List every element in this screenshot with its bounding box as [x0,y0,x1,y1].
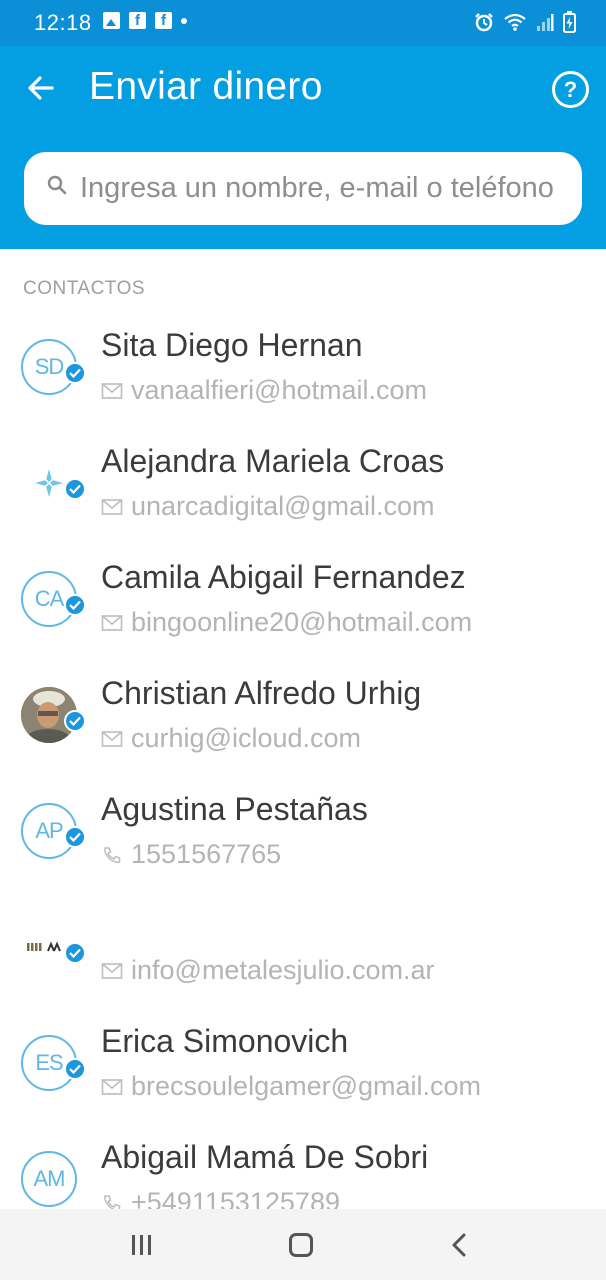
app-bar: Enviar dinero ? [0,46,606,249]
email-icon [101,614,123,631]
contact-detail: 1551567765 [101,839,281,870]
email-icon [101,962,123,979]
verified-badge-icon [64,594,86,616]
contact-detail: brecsoulelgamer@gmail.com [101,1071,481,1102]
verified-badge-icon [64,942,86,964]
email-icon [101,730,123,747]
status-bar: 12:18 f f [0,0,606,46]
contacts-section-header: CONTACTOS [23,278,146,299]
email-icon [101,382,123,399]
verified-badge-icon [64,1058,86,1080]
contact-name: Abigail Mamá De Sobri [101,1139,429,1175]
page-title: Enviar dinero [89,65,323,108]
contact-row[interactable]: AP Agustina Pestañas 1551567765 [0,773,606,889]
contact-row[interactable]: SD Sita Diego Hernan vanaalfieri@hotmail… [0,309,606,425]
email-icon [101,498,123,515]
search-input[interactable] [80,152,580,225]
contact-email: info@metalesjulio.com.ar [131,955,435,985]
help-button[interactable]: ? [552,71,589,108]
contact-detail: unarcadigital@gmail.com [101,491,435,522]
contact-detail: curhig@icloud.com [101,723,361,754]
contact-email: bingoonline20@hotmail.com [131,607,473,637]
back-button[interactable] [22,68,62,108]
system-nav-bar [0,1209,606,1280]
contact-name: Alejandra Mariela Croas [101,443,445,479]
contact-row[interactable]: info@metalesjulio.com.ar [0,889,606,1005]
wifi-icon [504,13,526,31]
status-time: 12:18 [34,10,92,35]
contact-name: Sita Diego Hernan [101,327,363,363]
contact-name: Christian Alfredo Urhig [101,675,422,711]
contact-row[interactable]: Christian Alfredo Urhig curhig@icloud.co… [0,657,606,773]
verified-badge-icon [64,710,86,732]
notification-icons: f f [103,12,187,29]
avatar: AM [21,1151,77,1207]
alarm-icon [475,13,493,32]
system-icons [474,11,576,33]
contact-name: Camila Abigail Fernandez [101,559,466,595]
contact-phone: 1551567765 [131,839,282,869]
phone-icon [104,846,121,863]
contact-email: unarcadigital@gmail.com [131,491,435,521]
search-bar[interactable] [24,152,582,225]
recents-icon[interactable] [132,1235,154,1255]
verified-badge-icon [64,362,86,384]
email-icon [101,1078,123,1095]
contact-list: SD Sita Diego Hernan vanaalfieri@hotmail… [0,309,606,1237]
contact-detail: info@metalesjulio.com.ar [101,955,435,986]
contact-name: Erica Simonovich [101,1023,349,1059]
battery-icon [563,11,576,33]
facebook-icon: f [129,12,146,29]
contact-email: vanaalfieri@hotmail.com [131,375,428,405]
contact-email: curhig@icloud.com [131,723,362,753]
contact-row[interactable]: Alejandra Mariela Croas unarcadigital@gm… [0,425,606,541]
verified-badge-icon [64,826,86,848]
image-icon [103,12,120,29]
signal-icon [537,14,554,31]
verified-badge-icon [64,478,86,500]
contact-name: Agustina Pestañas [101,791,368,827]
contact-row[interactable]: CA Camila Abigail Fernandez bingoonline2… [0,541,606,657]
contact-detail: bingoonline20@hotmail.com [101,607,472,638]
home-icon[interactable] [289,1233,313,1257]
contact-detail: vanaalfieri@hotmail.com [101,375,427,406]
facebook-icon: f [155,12,172,29]
contact-email: brecsoulelgamer@gmail.com [131,1071,482,1101]
arrow-left-icon [28,76,54,100]
dot-icon [181,17,187,24]
back-nav-icon[interactable] [448,1231,472,1259]
help-icon: ? [563,77,578,102]
contact-row[interactable]: ES Erica Simonovich brecsoulelgamer@gmai… [0,1005,606,1121]
search-icon [47,175,67,195]
